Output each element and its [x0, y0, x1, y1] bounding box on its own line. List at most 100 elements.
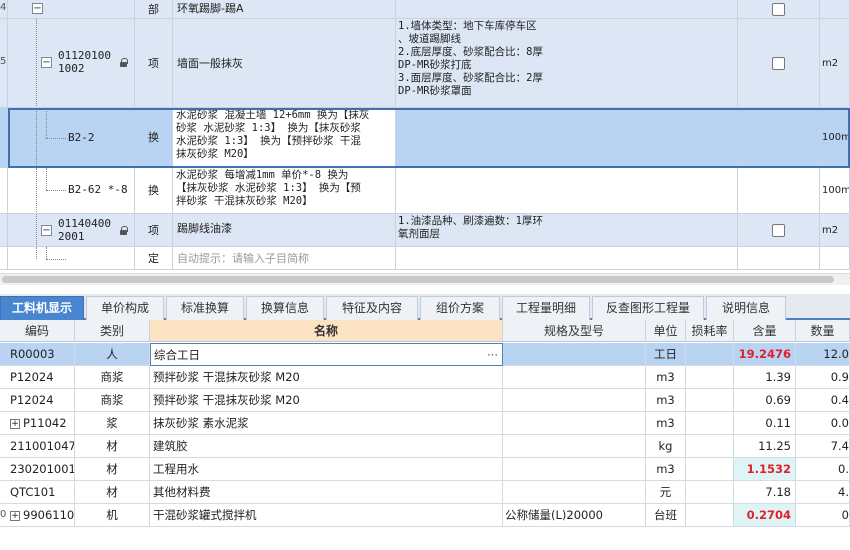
header-amount[interactable]: 数量 — [796, 320, 850, 342]
collapse-icon[interactable]: − — [32, 3, 43, 14]
material-row[interactable]: QTC101 材 其他材料费 元 7.18 4. — [0, 481, 850, 504]
detail-tabs: 工料机显示 单价构成 标准换算 换算信息 特征及内容 组价方案 工程量明细 反查… — [0, 294, 850, 320]
material-loss[interactable] — [686, 389, 734, 412]
grid-row-item[interactable]: − 01140400 2001 项 踢脚线油漆 1.油漆品种、刷漆遍数：1厚环 … — [0, 214, 850, 247]
material-content[interactable]: 11.25 — [734, 435, 796, 458]
row-checkbox[interactable] — [772, 56, 785, 70]
tab-conversion-info[interactable]: 换算信息 — [246, 296, 324, 320]
row-number: 0 — [0, 509, 7, 520]
material-loss[interactable] — [686, 366, 734, 389]
material-loss[interactable] — [686, 435, 734, 458]
tab-description[interactable]: 说明信息 — [706, 296, 786, 320]
material-unit: m3 — [646, 412, 686, 435]
row-name[interactable]: 墙面一般抹灰 — [173, 19, 396, 108]
material-content[interactable]: 1.39 — [734, 366, 796, 389]
material-category: 商浆 — [75, 366, 150, 389]
grid-row-item[interactable]: − 01120100 1002 项 墙面一般抹灰 1.墙体类型：地下车库停车区 … — [0, 19, 850, 108]
grid-row-new-norm[interactable]: 定 自动提示：请输入子目简称 — [0, 247, 850, 270]
grid-row-norm-selected[interactable]: B2-2 换 水泥砂浆 混凝土墙 12+6mm 换为【抹灰 砂浆 水泥砂浆 1:… — [0, 108, 850, 168]
material-spec[interactable] — [503, 389, 646, 412]
material-spec[interactable] — [503, 412, 646, 435]
material-row[interactable]: P12024 商浆 预拌砂浆 干混抹灰砂浆 M20 m3 0.69 0.4 — [0, 389, 850, 412]
material-loss[interactable] — [686, 343, 734, 366]
material-loss[interactable] — [686, 458, 734, 481]
material-spec[interactable] — [503, 458, 646, 481]
material-unit: m3 — [646, 389, 686, 412]
material-name[interactable]: 工程用水 — [150, 458, 503, 481]
more-button[interactable]: ··· — [487, 344, 498, 365]
row-checkbox[interactable] — [772, 2, 785, 16]
material-name[interactable]: 其他材料费 — [150, 481, 503, 504]
expand-icon[interactable]: + — [10, 510, 20, 521]
material-amount: 4. — [796, 481, 850, 504]
material-name[interactable]: 预拌砂浆 干混抹灰砂浆 M20 — [150, 366, 503, 389]
row-name[interactable]: 环氧踢脚-踢A — [173, 0, 396, 19]
material-code: 211001047 — [0, 435, 75, 458]
tab-graphic-quantity[interactable]: 反查图形工程量 — [592, 296, 704, 320]
header-loss-rate[interactable]: 损耗率 — [686, 320, 734, 342]
material-row[interactable]: P12024 商浆 预拌砂浆 干混抹灰砂浆 M20 m3 1.39 0.9 — [0, 366, 850, 389]
material-unit: kg — [646, 435, 686, 458]
material-content[interactable]: 19.2476 — [734, 343, 796, 366]
row-checkbox[interactable] — [772, 223, 785, 237]
material-content[interactable]: 0.2704 — [734, 504, 796, 527]
material-row[interactable]: 211001047 材 建筑胶 kg 11.25 7.4 — [0, 435, 850, 458]
tab-material-display[interactable]: 工料机显示 — [0, 296, 84, 320]
norm-input-hint[interactable]: 自动提示：请输入子目简称 — [173, 247, 396, 270]
tab-standard-conversion[interactable]: 标准换算 — [166, 296, 244, 320]
material-code: P12024 — [0, 389, 75, 412]
material-loss[interactable] — [686, 481, 734, 504]
material-name[interactable]: 建筑胶 — [150, 435, 503, 458]
material-name[interactable]: 干混砂浆罐式搅拌机 — [150, 504, 503, 527]
item-code-line1: 01120100 — [58, 49, 111, 62]
material-content[interactable]: 0.11 — [734, 412, 796, 435]
collapse-icon[interactable]: − — [41, 57, 52, 68]
lock-icon — [120, 226, 128, 235]
material-content[interactable]: 7.18 — [734, 481, 796, 504]
material-row[interactable]: 230201001 材 工程用水 m3 1.1532 0. — [0, 458, 850, 481]
collapse-icon[interactable]: − — [41, 225, 52, 236]
material-row-selected[interactable]: R00003 人 综合工日 ··· 工日 19.2476 12.0 — [0, 343, 850, 366]
tab-pricing-scheme[interactable]: 组价方案 — [420, 296, 500, 320]
norm-name[interactable]: 水泥砂浆 每增减1mm 单价*-8 换为 【抹灰砂浆 水泥砂浆 1:3】 换为【… — [173, 168, 396, 214]
header-category[interactable]: 类别 — [75, 320, 150, 342]
row-name[interactable]: 踢脚线油漆 — [173, 214, 396, 247]
material-amount: 0.0 — [796, 412, 850, 435]
tab-unit-price[interactable]: 单价构成 — [86, 296, 164, 320]
material-name-editor[interactable]: 综合工日 ··· — [150, 343, 503, 366]
tab-quantity-detail[interactable]: 工程量明细 — [502, 296, 590, 320]
row-type: 换 — [135, 108, 173, 168]
material-loss[interactable] — [686, 504, 734, 527]
material-spec[interactable] — [503, 481, 646, 504]
grid-row-norm[interactable]: B2-62 *-8 换 水泥砂浆 每增减1mm 单价*-8 换为 【抹灰砂浆 水… — [0, 168, 850, 214]
grid-row-section[interactable]: − 部 环氧踢脚-踢A — [0, 0, 850, 19]
tab-features-content[interactable]: 特征及内容 — [326, 296, 418, 320]
material-spec[interactable] — [503, 435, 646, 458]
material-code: R00003 — [0, 343, 75, 366]
material-category: 材 — [75, 481, 150, 504]
material-row[interactable]: +990611010 机 干混砂浆罐式搅拌机 公称储量(L)20000 台班 0… — [0, 504, 850, 527]
material-loss[interactable] — [686, 412, 734, 435]
material-name[interactable]: 预拌砂浆 干混抹灰砂浆 M20 — [150, 389, 503, 412]
scrollbar-thumb[interactable] — [2, 276, 834, 283]
header-spec[interactable]: 规格及型号 — [503, 320, 646, 342]
item-features[interactable]: 1.油漆品种、刷漆遍数：1厚环 氧剂面层 — [396, 214, 738, 247]
horizontal-scrollbar[interactable] — [0, 273, 850, 285]
material-content[interactable]: 1.1532 — [734, 458, 796, 481]
item-features[interactable]: 1.墙体类型：地下车库停车区 、坡道踢脚线 2.底层厚度、砂浆配合比：8厚 DP… — [396, 19, 738, 108]
material-category: 材 — [75, 435, 150, 458]
material-spec[interactable] — [503, 366, 646, 389]
row-type: 项 — [135, 214, 173, 247]
header-content[interactable]: 含量 — [734, 320, 796, 342]
material-content[interactable]: 0.69 — [734, 389, 796, 412]
expand-icon[interactable]: + — [10, 418, 20, 429]
norm-name-editor[interactable]: 水泥砂浆 混凝土墙 12+6mm 换为【抹灰 砂浆 水泥砂浆 1:3】 换为【抹… — [173, 108, 396, 168]
material-row[interactable]: + P11042 浆 抹灰砂浆 素水泥浆 m3 0.11 0.0 — [0, 412, 850, 435]
material-spec[interactable]: 公称储量(L)20000 — [503, 504, 646, 527]
header-name[interactable]: 名称 — [150, 320, 503, 342]
header-code[interactable]: 编码 — [0, 320, 75, 342]
material-name[interactable]: 抹灰砂浆 素水泥浆 — [150, 412, 503, 435]
material-spec[interactable] — [503, 343, 646, 366]
header-unit[interactable]: 单位 — [646, 320, 686, 342]
material-amount: 0.4 — [796, 389, 850, 412]
